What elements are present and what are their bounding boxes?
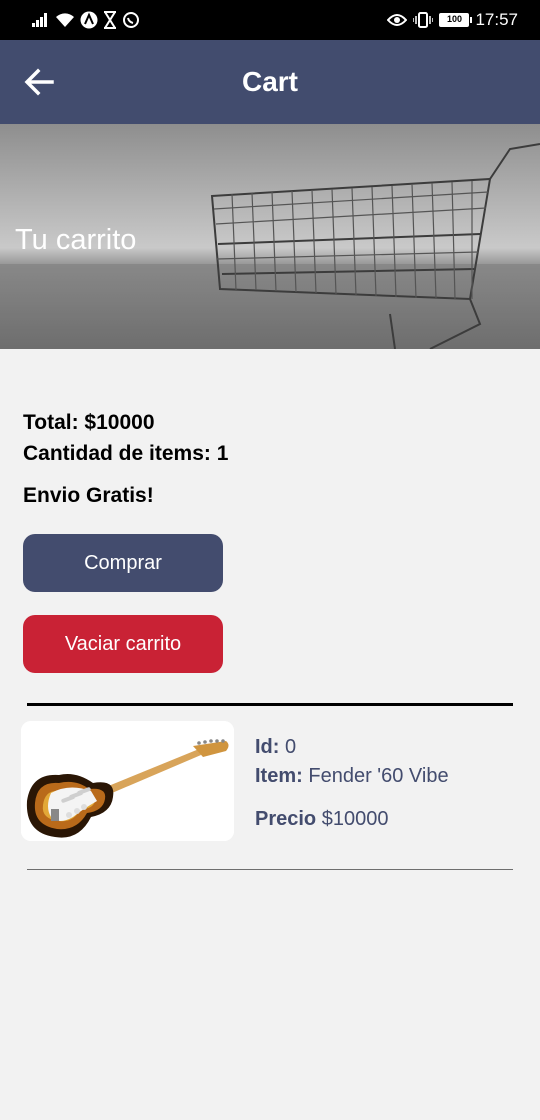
item-divider: [27, 869, 513, 870]
page-title: Cart: [241, 66, 298, 97]
wifi-icon: [56, 13, 74, 27]
app-a-icon: [80, 11, 98, 29]
item-name: Fender '60 Vibe: [308, 765, 449, 787]
cart-item-image: [21, 721, 234, 841]
buy-button[interactable]: Comprar: [23, 534, 223, 592]
cart-item-name-row: Item: Fender '60 Vibe: [255, 762, 449, 791]
cart-item-count: Cantidad de items: 1: [23, 442, 229, 465]
battery-level: 100: [440, 14, 469, 26]
electric-guitar-image: [21, 721, 234, 841]
cart-item-id-row: Id: 0: [255, 733, 449, 762]
hero-banner: Tu carrito: [0, 124, 540, 349]
signal-icon: [32, 13, 47, 27]
cart-summary: Total: $10000 Cantidad de items: 1: [23, 407, 228, 469]
battery-icon: 100: [439, 13, 473, 27]
item-label: Item:: [255, 765, 303, 787]
id-label: Id:: [255, 736, 280, 758]
cart-item-details: Id: 0 Item: Fender '60 Vibe Precio $1000…: [255, 733, 449, 834]
app-bar: Cart: [0, 40, 540, 124]
cart-item-price-row: Precio $10000: [255, 805, 449, 834]
eye-icon: [387, 14, 408, 26]
cart-total: Total: $10000: [23, 411, 155, 434]
status-icons-left: [32, 10, 140, 30]
status-bar: 100 17:57: [0, 0, 540, 40]
shipping-note: Envio Gratis!: [23, 484, 154, 507]
hourglass-icon: [104, 11, 116, 29]
status-icons-right: 100 17:57: [387, 10, 518, 30]
clock: 17:57: [475, 10, 518, 29]
empty-cart-button[interactable]: Vaciar carrito: [23, 615, 223, 673]
divider: [27, 703, 513, 706]
whatsapp-icon: [123, 12, 139, 28]
hero-title: Tu carrito: [15, 224, 137, 256]
vibrate-icon: [413, 12, 434, 28]
item-id: 0: [285, 736, 297, 758]
price-label: Precio: [255, 808, 317, 830]
item-price: $10000: [321, 808, 389, 830]
